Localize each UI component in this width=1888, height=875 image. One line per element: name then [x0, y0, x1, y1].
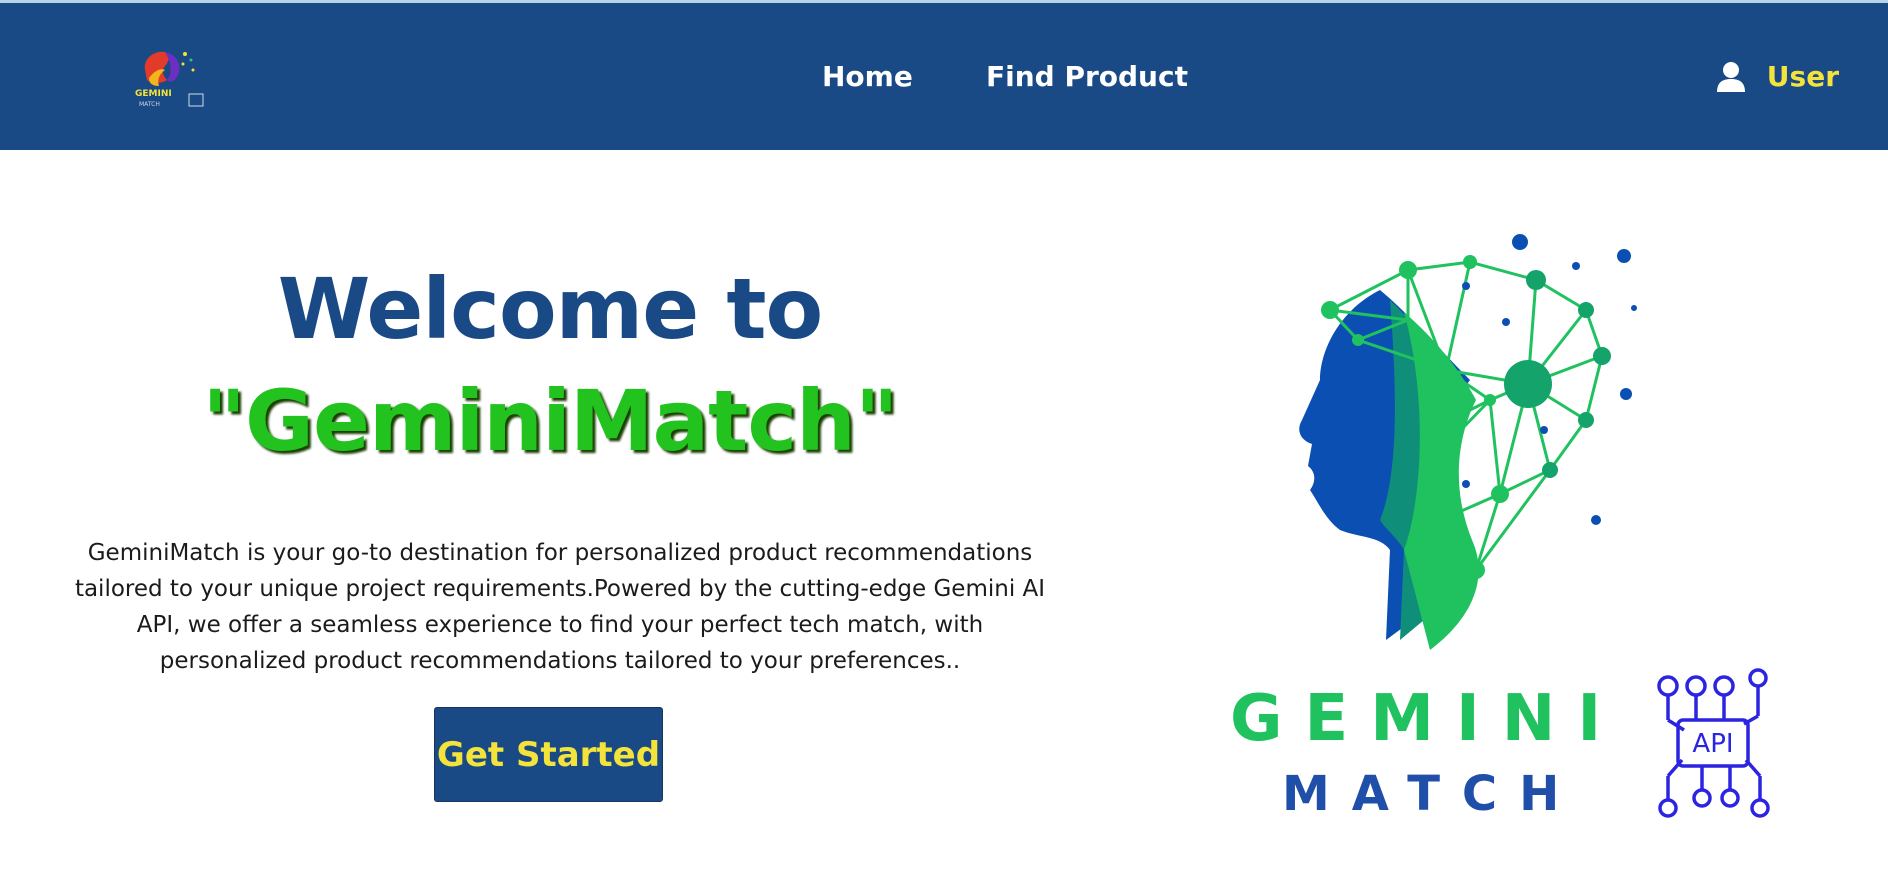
svg-text:GEMINI: GEMINI: [135, 89, 172, 99]
user-icon: [1716, 61, 1745, 92]
gemini-match-brand-graphic: GEMINI MATCH API: [1230, 234, 1770, 820]
api-badge-label: API: [1692, 729, 1733, 759]
user-label: User: [1766, 60, 1839, 93]
brand-word-gemini: GEMINI: [1230, 682, 1623, 756]
hero-description: GeminiMatch is your go-to destination fo…: [74, 540, 1046, 674]
navbar: GEMINI MATCH Home Find Product User: [0, 3, 1888, 150]
gemini-match-logo[interactable]: GEMINI MATCH: [125, 40, 220, 120]
brand-word-match: MATCH: [1282, 766, 1581, 820]
hero-title-brand: "GeminiMatch": [202, 372, 898, 470]
get-started-button[interactable]: Get Started: [434, 707, 663, 802]
hero-title-welcome: Welcome to: [277, 260, 824, 358]
nav-home[interactable]: Home: [822, 60, 913, 93]
user-menu[interactable]: User: [1716, 60, 1839, 93]
nav-find-product[interactable]: Find Product: [986, 60, 1188, 93]
svg-text:MATCH: MATCH: [139, 101, 160, 108]
